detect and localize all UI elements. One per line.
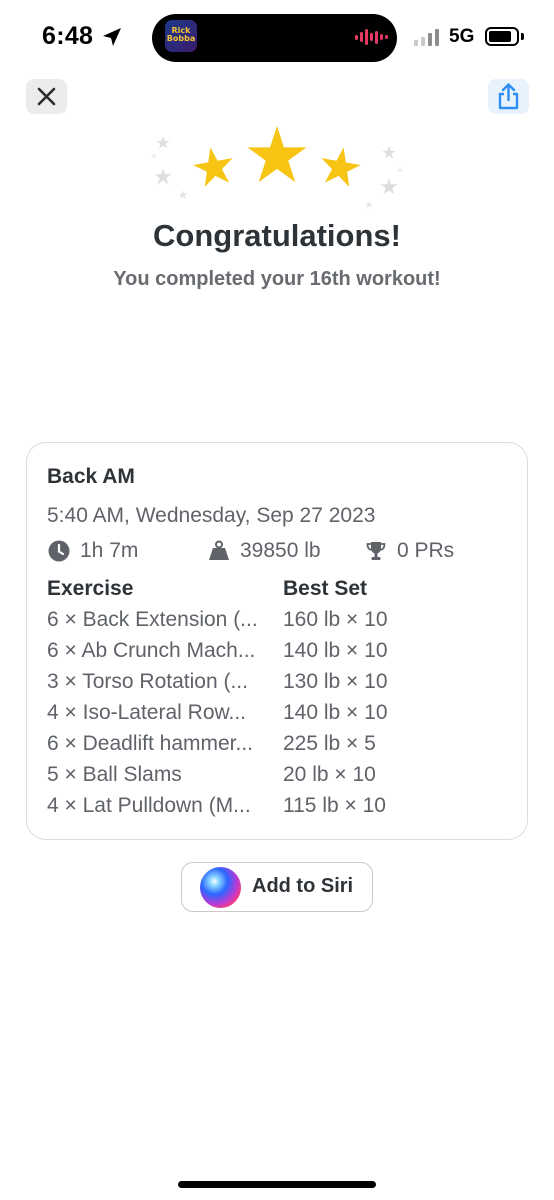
congrats-subtitle: You completed your 16th workout! [113,268,441,290]
network-type: 5G [449,26,475,47]
exercise-name: 3 × Torso Rotation (... [47,670,248,693]
exercise-name: 6 × Deadlift hammer... [47,732,254,755]
volume-stat: 39850 lb [207,539,321,563]
best-set-value: 130 lb × 10 [283,670,388,693]
best-set-value: 225 lb × 5 [283,732,376,755]
gray-star-icon [154,168,172,185]
share-icon [498,83,519,110]
exercise-list: 6 × Back Extension (... 160 lb × 10 6 × … [47,606,517,823]
home-indicator[interactable] [178,1181,376,1188]
trophy-icon [366,542,386,560]
prs-value: 0 PRs [397,539,455,562]
clock-icon [48,540,70,562]
prs-stat: 0 PRs [364,539,454,563]
add-to-siri-label: Add to Siri [252,875,354,897]
battery-tip [521,33,524,40]
gray-star-icon [365,201,373,209]
gray-star-icon [380,178,398,195]
exercise-column-header: Exercise [47,577,134,600]
best-set-value: 140 lb × 10 [283,701,388,724]
workout-name: Back AM [47,465,135,488]
exercise-name: 4 × Iso-Lateral Row... [47,701,247,724]
workout-datetime: 5:40 AM, Wednesday, Sep 27 2023 [47,504,376,527]
exercise-row: 6 × Deadlift hammer... 225 lb × 5 [47,730,517,761]
close-button[interactable] [26,79,67,114]
best-set-value: 160 lb × 10 [283,608,388,631]
location-arrow-icon [103,28,121,46]
gray-star-icon [151,153,157,159]
exercise-name: 6 × Back Extension (... [47,608,258,631]
gray-star-icon [382,146,396,159]
exercise-row: 6 × Ab Crunch Mach... 140 lb × 10 [47,637,517,668]
cellular-signal-icon [414,28,439,46]
celebration-stars [151,126,403,209]
volume-value: 39850 lb [240,539,321,562]
exercise-row: 5 × Ball Slams 20 lb × 10 [47,761,517,792]
best-set-column-header: Best Set [283,577,368,600]
best-set-value: 115 lb × 10 [283,794,386,817]
gray-star-icon [397,167,403,173]
exercise-name: 6 × Ab Crunch Mach... [47,639,256,662]
audio-waveform-icon [355,28,388,46]
duration-stat: 1h 7m [47,539,138,563]
weight-icon [209,540,229,560]
exercise-row: 3 × Torso Rotation (... 130 lb × 10 [47,668,517,699]
x-mark-icon [37,87,56,106]
status-time: 6:48 [42,22,94,50]
gray-star-icon [178,190,188,200]
gold-star-icon [190,143,237,189]
exercise-row: 4 × Lat Pulldown (M... 115 lb × 10 [47,792,517,823]
battery-level-fill [489,31,511,42]
exercise-row: 4 × Iso-Lateral Row... 140 lb × 10 [47,699,517,730]
gold-star-icon [247,126,307,183]
best-set-value: 140 lb × 10 [283,639,388,662]
exercise-name: 5 × Ball Slams [47,763,182,786]
best-set-value: 20 lb × 10 [283,763,376,786]
share-button[interactable] [488,79,529,114]
island-app-logo-text: Rick Bobba [166,26,196,43]
gray-star-icon [156,136,170,149]
duration-value: 1h 7m [80,539,139,562]
congrats-title: Congratulations! [153,218,401,253]
exercise-row: 6 × Back Extension (... 160 lb × 10 [47,606,517,637]
gold-star-icon [317,143,364,189]
exercise-name: 4 × Lat Pulldown (M... [47,794,251,817]
siri-orb-icon [200,867,241,908]
